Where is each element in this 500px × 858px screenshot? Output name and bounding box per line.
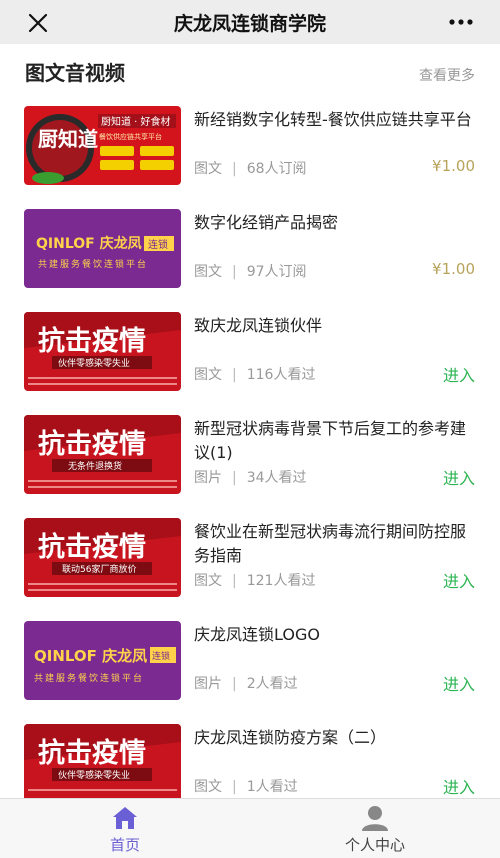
tab-profile[interactable]: 个人中心: [250, 799, 500, 858]
thumb-tagline: 厨知道 · 好食材: [101, 115, 171, 128]
item-type: 图文: [194, 573, 222, 589]
thumbnail: 抗击疫情 伙伴零感染零失业: [24, 312, 181, 391]
item-meta: 图文 | 97人订阅: [194, 264, 307, 280]
thumb-big-text: 抗击疫情: [38, 531, 146, 563]
page-title: 庆龙凤连锁商学院: [173, 13, 326, 35]
item-type: 图片: [194, 676, 222, 692]
thumb-band: 联动56家厂商放价: [62, 563, 136, 575]
item-title[interactable]: 新经销数字化转型-餐饮供应链共享平台: [194, 108, 474, 132]
item-stat: 68人订阅: [246, 161, 307, 177]
item-stat: 97人订阅: [246, 264, 307, 280]
thumb-band: 伙伴零感染零失业: [58, 357, 130, 369]
item-type: 图片: [194, 470, 222, 486]
thumb-big-text: 抗击疫情: [38, 737, 146, 769]
user-icon: [362, 806, 388, 831]
more-dots-icon[interactable]: [448, 11, 474, 33]
item-meta: 图文 | 68人订阅: [194, 161, 307, 177]
home-icon: [113, 807, 137, 829]
section-header: 图文音视频 查看更多: [0, 44, 500, 94]
price-label[interactable]: ¥1.00: [432, 260, 475, 278]
nav-bar: 庆龙凤连锁商学院: [0, 0, 500, 44]
thumb-big-text: 抗击疫情: [38, 428, 146, 460]
list-item[interactable]: 厨知道 厨知道 · 好食材 餐饮供应链共享平台 新经销数字化转型-餐饮供应链共享…: [0, 94, 500, 197]
list-item[interactable]: 抗击疫情 联动56家厂商放价 餐饮业在新型冠状病毒流行期间防控服务指南 图文 | 1…: [0, 506, 500, 609]
thumb-brand: QINLOF 庆龙凤: [36, 235, 142, 252]
item-type: 图文: [194, 367, 222, 383]
item-type: 图文: [194, 779, 222, 795]
enter-button[interactable]: 进入: [443, 568, 475, 592]
thumb-badge: 连锁: [148, 238, 168, 251]
list-item[interactable]: 抗击疫情 无条件退换货 新型冠状病毒背景下节后复工的参考建议(1) 图片 | 34人…: [0, 403, 500, 506]
list-item[interactable]: QINLOF 庆龙凤 连锁 共建服务餐饮连锁平台 数字化经销产品揭密 图文 | 97…: [0, 197, 500, 300]
thumb-big-text: 抗击疫情: [38, 325, 146, 357]
price-label[interactable]: ¥1.00: [432, 157, 475, 175]
item-title[interactable]: 庆龙凤连锁防疫方案（二）: [194, 726, 474, 750]
item-meta: 图片 | 2人看过: [194, 676, 298, 692]
section-title: 图文音视频: [25, 61, 125, 85]
item-stat: 116人看过: [246, 367, 316, 383]
list-item[interactable]: QINLOF 庆龙凤 连锁 共建服务餐饮连锁平台 庆龙凤连锁LOGO 图片 | 2人…: [0, 609, 500, 712]
thumb-band: 伙伴零感染零失业: [58, 769, 130, 781]
item-title[interactable]: 庆龙凤连锁LOGO: [194, 623, 474, 647]
item-stat: 1人看过: [246, 779, 298, 795]
thumbnail: 抗击疫情 无条件退换货: [24, 415, 181, 494]
item-meta: 图文 | 121人看过: [194, 573, 316, 589]
item-title[interactable]: 致庆龙凤连锁伙伴: [194, 314, 474, 338]
thumbnail: 厨知道 厨知道 · 好食材 餐饮供应链共享平台: [24, 106, 181, 185]
thumb-sub: 共建服务餐饮连锁平台: [34, 672, 144, 684]
tab-home[interactable]: 首页: [0, 799, 250, 858]
thumb-badge: 连锁: [152, 650, 170, 662]
item-stat: 34人看过: [246, 470, 307, 486]
item-stat: 121人看过: [246, 573, 316, 589]
thumb-sub: 餐饮供应链共享平台: [99, 132, 162, 141]
thumb-big-text: 厨知道: [38, 127, 98, 151]
item-title[interactable]: 数字化经销产品揭密: [194, 211, 474, 235]
enter-button[interactable]: 进入: [443, 774, 475, 798]
bottom-tab-bar: 首页 个人中心: [0, 798, 500, 858]
see-more-link[interactable]: 查看更多: [419, 65, 475, 85]
thumb-brand: QINLOF 庆龙凤: [34, 647, 147, 665]
thumbnail: 抗击疫情 联动56家厂商放价: [24, 518, 181, 597]
tab-home-label: 首页: [109, 836, 140, 854]
enter-button[interactable]: 进入: [443, 362, 475, 386]
enter-button[interactable]: 进入: [443, 671, 475, 695]
enter-button[interactable]: 进入: [443, 465, 475, 489]
thumbnail: 抗击疫情 伙伴零感染零失业: [24, 724, 181, 803]
item-type: 图文: [194, 264, 222, 280]
item-meta: 图片 | 34人看过: [194, 470, 307, 486]
thumb-band: 无条件退换货: [68, 460, 122, 472]
item-stat: 2人看过: [246, 676, 298, 692]
item-title[interactable]: 餐饮业在新型冠状病毒流行期间防控服务指南: [194, 520, 474, 568]
thumbnail: QINLOF 庆龙凤 连锁 共建服务餐饮连锁平台: [24, 209, 181, 288]
item-type: 图文: [194, 161, 222, 177]
item-meta: 图文 | 116人看过: [194, 367, 316, 383]
item-title[interactable]: 新型冠状病毒背景下节后复工的参考建议(1): [194, 417, 474, 465]
tab-profile-label: 个人中心: [344, 836, 405, 854]
thumbnail: QINLOF 庆龙凤 连锁 共建服务餐饮连锁平台: [24, 621, 181, 700]
list-item[interactable]: 抗击疫情 伙伴零感染零失业 致庆龙凤连锁伙伴 图文 | 116人看过 进入: [0, 300, 500, 403]
item-meta: 图文 | 1人看过: [194, 779, 298, 795]
thumb-sub: 共建服务餐饮连锁平台: [38, 258, 148, 270]
